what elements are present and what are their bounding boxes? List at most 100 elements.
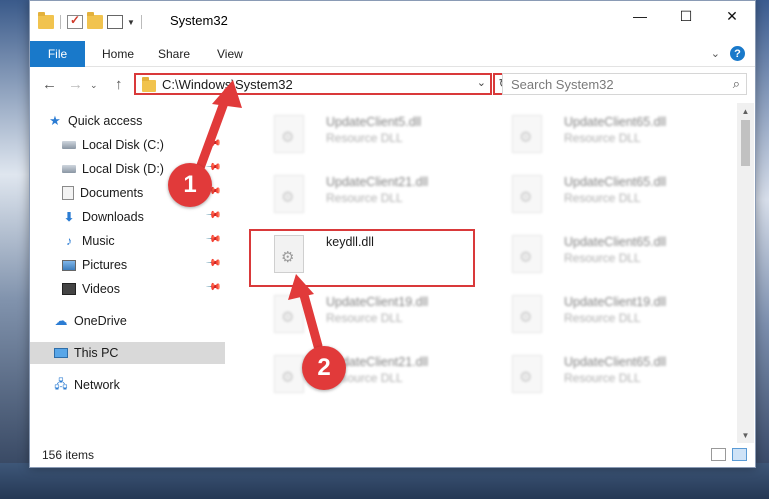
file-type: Resource DLL — [564, 371, 641, 385]
toolbar-divider — [140, 15, 142, 29]
large-icons-view-icon[interactable] — [732, 448, 747, 461]
file-item[interactable]: UpdateClient65.dll Resource DLL — [492, 167, 722, 222]
file-item[interactable]: UpdateClient65.dll Resource DLL — [492, 347, 722, 402]
scrollbar-thumb[interactable] — [741, 120, 750, 166]
sidebar-item-quick-access[interactable]: ★ Quick access — [30, 110, 225, 132]
drive-icon — [62, 165, 76, 173]
item-count: 156 items — [42, 448, 95, 462]
file-item[interactable]: UpdateClient5.dll Resource DLL — [254, 107, 484, 162]
toolbar-dropdown-icon[interactable]: ▼ — [127, 18, 135, 27]
tab-file[interactable]: File — [30, 41, 85, 67]
desktop-background-bottom — [0, 463, 769, 499]
sidebar-item-label: Pictures — [82, 258, 128, 272]
cloud-icon: ☁ — [54, 313, 68, 328]
vertical-scrollbar[interactable]: ▲ ▼ — [737, 103, 754, 443]
dll-file-icon — [512, 115, 542, 153]
step-1-badge: 1 — [168, 163, 212, 207]
sidebar-item-label: Quick access — [68, 114, 143, 128]
file-item[interactable]: UpdateClient21.dll Resource DLL — [254, 167, 484, 222]
new-folder-icon[interactable] — [87, 12, 103, 29]
file-name: UpdateClient65.dll — [564, 175, 667, 189]
sidebar-item-label: Network — [74, 378, 120, 392]
computer-icon — [54, 348, 68, 358]
details-view-icon[interactable] — [711, 448, 726, 461]
folder-icon — [142, 77, 156, 92]
dll-file-icon — [512, 295, 542, 333]
sidebar-item-videos[interactable]: Videos 📌 — [30, 278, 225, 300]
sidebar-item-label: Local Disk (D:) — [82, 162, 164, 176]
file-type: Resource DLL — [326, 131, 403, 145]
forward-arrow-icon[interactable]: → — [68, 76, 83, 93]
close-button[interactable]: ✕ — [709, 1, 755, 31]
pin-icon[interactable]: 📌 — [204, 279, 221, 296]
recent-locations-icon[interactable]: ⌄ — [90, 80, 98, 91]
tab-share[interactable]: Share — [158, 47, 190, 61]
expand-ribbon-icon[interactable]: ⌄ — [711, 47, 720, 60]
file-type: Resource DLL — [564, 251, 641, 265]
sidebar-item-label: Documents — [80, 186, 144, 200]
search-input[interactable]: Search System32 ⌕ — [502, 73, 747, 95]
step-2-badge: 2 — [302, 346, 346, 390]
sidebar-item-music[interactable]: ♪ Music 📌 — [30, 230, 225, 252]
scroll-up-icon[interactable]: ▲ — [737, 103, 754, 119]
sidebar-item-downloads[interactable]: ⬇ Downloads 📌 — [30, 206, 225, 228]
sidebar-item-local-disk-c[interactable]: Local Disk (C:) 📌 — [30, 134, 225, 156]
pin-icon[interactable]: 📌 — [204, 207, 221, 224]
file-name: UpdateClient65.dll — [564, 355, 667, 369]
address-bar[interactable]: C:\Windows\System32 ⌄ — [134, 73, 492, 95]
dll-file-icon — [512, 175, 542, 213]
search-icon[interactable]: ⌕ — [733, 76, 740, 92]
sidebar-item-onedrive[interactable]: ☁ OneDrive — [30, 310, 225, 332]
help-icon[interactable]: ? — [730, 46, 745, 61]
file-type: Resource DLL — [326, 311, 403, 325]
dll-file-icon — [512, 235, 542, 273]
ribbon-right-controls: ⌄ ? — [711, 46, 745, 61]
keydll-highlight-box — [249, 229, 475, 287]
folder-icon[interactable] — [38, 12, 54, 29]
file-list: UpdateClient5.dll Resource DLL UpdateCli… — [227, 103, 737, 443]
dll-file-icon — [274, 115, 304, 153]
file-type: Resource DLL — [564, 311, 641, 325]
file-item[interactable]: UpdateClient65.dll Resource DLL — [492, 227, 722, 282]
address-dropdown-icon[interactable]: ⌄ — [477, 76, 486, 89]
minimize-button[interactable]: — — [617, 1, 663, 31]
sidebar-item-pictures[interactable]: Pictures 📌 — [30, 254, 225, 276]
file-name: UpdateClient19.dll — [326, 295, 429, 309]
quick-access-toolbar: ▼ — [38, 12, 144, 29]
back-arrow-icon[interactable]: ← — [42, 76, 57, 93]
window-controls: — ☐ ✕ — [617, 1, 755, 31]
maximize-button[interactable]: ☐ — [663, 1, 709, 31]
tab-home[interactable]: Home — [102, 47, 134, 61]
file-name: UpdateClient21.dll — [326, 175, 429, 189]
pictures-icon — [62, 259, 76, 271]
file-explorer-window: ▼ System32 — ☐ ✕ File Home Share View ⌄ … — [29, 0, 756, 468]
file-type: Resource DLL — [564, 131, 641, 145]
sidebar-item-network[interactable]: 🖧 Network — [30, 374, 225, 396]
music-icon: ♪ — [66, 234, 72, 248]
navigation-bar: ← → ⌄ ↑ C:\Windows\System32 ⌄ ↻ Search S… — [30, 67, 755, 103]
file-item[interactable]: UpdateClient65.dll Resource DLL — [492, 107, 722, 162]
scroll-down-icon[interactable]: ▼ — [737, 427, 754, 443]
window-title: System32 — [170, 13, 228, 28]
customize-toolbar-icon[interactable] — [107, 15, 123, 29]
file-item[interactable]: UpdateClient21.dll Resource DLL — [254, 347, 484, 402]
tab-view[interactable]: View — [217, 47, 243, 61]
file-name: UpdateClient5.dll — [326, 115, 422, 129]
pin-icon[interactable]: 📌 — [204, 255, 221, 272]
up-arrow-icon[interactable]: ↑ — [115, 76, 123, 93]
sidebar-item-label: This PC — [74, 346, 119, 360]
star-icon: ★ — [49, 113, 61, 128]
pin-icon[interactable]: 📌 — [204, 231, 221, 248]
address-path[interactable]: C:\Windows\System32 — [162, 77, 293, 92]
pin-icon[interactable]: 📌 — [204, 135, 221, 152]
file-item[interactable]: UpdateClient19.dll Resource DLL — [254, 287, 484, 342]
file-type: Resource DLL — [326, 191, 403, 205]
properties-check-icon[interactable] — [67, 13, 83, 29]
documents-icon — [62, 186, 74, 200]
sidebar-item-this-pc[interactable]: This PC — [30, 342, 225, 364]
toolbar-divider — [60, 15, 61, 29]
file-type: Resource DLL — [564, 191, 641, 205]
file-item[interactable]: UpdateClient19.dll Resource DLL — [492, 287, 722, 342]
navigation-pane: ★ Quick access Local Disk (C:) 📌 Local D… — [30, 103, 225, 443]
file-name: UpdateClient65.dll — [564, 235, 667, 249]
